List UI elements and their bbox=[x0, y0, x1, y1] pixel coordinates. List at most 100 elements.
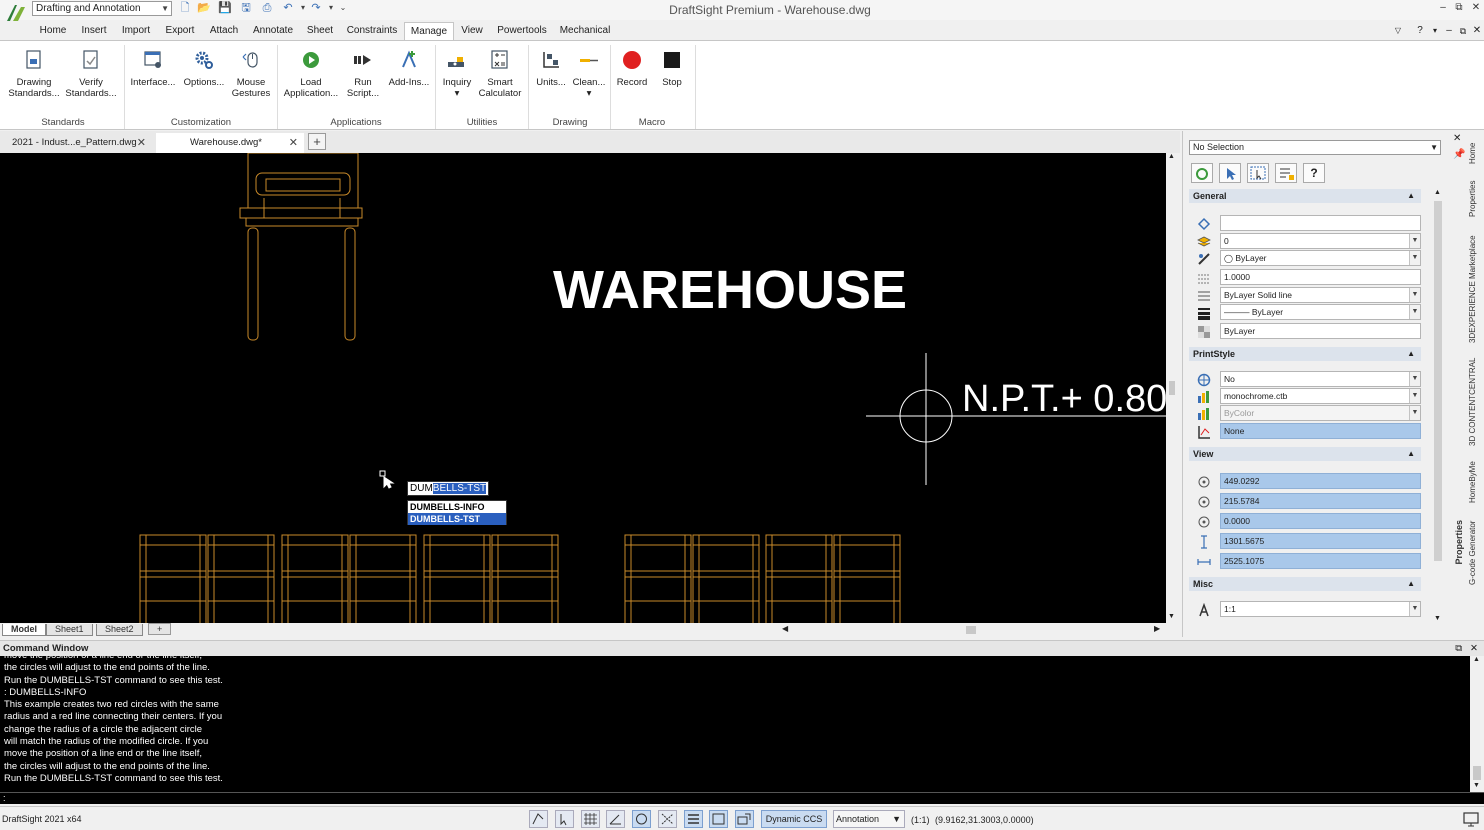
side-tab-gcode-generator[interactable]: G-code Generator bbox=[1468, 517, 1484, 589]
open-folder-icon[interactable]: 📂 bbox=[197, 2, 211, 15]
command-autocomplete-input[interactable]: DUMBELLS-TST bbox=[407, 481, 489, 496]
sheet-tab-sheet2[interactable]: Sheet2 bbox=[96, 624, 143, 636]
section-misc[interactable]: Misc ▲ bbox=[1189, 577, 1421, 591]
prop-width[interactable]: 2525.1075 bbox=[1220, 553, 1421, 569]
tab-view[interactable]: View bbox=[458, 22, 486, 40]
esnap-toggle-button[interactable] bbox=[632, 810, 651, 828]
prop-lineweight[interactable]: ——— ByLayer ▼ bbox=[1220, 304, 1421, 320]
scrollbar-thumb[interactable] bbox=[1434, 201, 1442, 561]
snap-toggle-button[interactable] bbox=[529, 810, 548, 828]
clean-button[interactable]: Clean... ▾ bbox=[570, 49, 608, 99]
section-general[interactable]: General ▲ bbox=[1189, 189, 1421, 203]
ribbon-options-icon[interactable]: ▽ bbox=[1392, 22, 1404, 40]
toggle-description-button[interactable] bbox=[1275, 163, 1297, 183]
side-tab-3d-contentcentral[interactable]: 3D CONTENTCENTRAL bbox=[1468, 357, 1484, 447]
ortho-toggle-button[interactable] bbox=[555, 810, 574, 828]
doc-tab-industrial-pattern[interactable]: 2021 - Indust...e_Pattern.dwg ✕ bbox=[2, 133, 152, 153]
side-tab-homebyme[interactable]: HomeByMe bbox=[1468, 457, 1484, 507]
prop-attached-to[interactable]: None bbox=[1220, 423, 1421, 439]
close-tab-icon[interactable]: ✕ bbox=[289, 133, 298, 153]
prop-center-x[interactable]: 449.0292 bbox=[1220, 473, 1421, 489]
customize-qat-icon[interactable]: ⌄ bbox=[336, 2, 350, 15]
scroll-up-icon[interactable]: ▲ bbox=[1473, 656, 1480, 663]
lineweight-toggle-button[interactable] bbox=[684, 810, 703, 828]
tab-powertools[interactable]: Powertools bbox=[494, 22, 550, 40]
quick-input-toggle-button[interactable] bbox=[735, 810, 754, 828]
new-tab-button[interactable]: + bbox=[308, 133, 326, 150]
prop-center-y[interactable]: 215.5784 bbox=[1220, 493, 1421, 509]
scroll-right-icon[interactable]: ▶ bbox=[1154, 624, 1160, 633]
load-application-button[interactable]: Load Application... bbox=[280, 49, 342, 99]
tab-export[interactable]: Export bbox=[162, 22, 198, 40]
options-button[interactable]: Options... bbox=[180, 49, 228, 88]
interface-button[interactable]: Interface... bbox=[128, 49, 178, 88]
command-scrollbar[interactable]: ▲ ▼ bbox=[1470, 656, 1484, 792]
etrack-toggle-button[interactable] bbox=[658, 810, 677, 828]
model-toggle-button[interactable] bbox=[709, 810, 728, 828]
minimize-icon[interactable]: – bbox=[1436, 1, 1450, 15]
scroll-down-icon[interactable]: ▼ bbox=[1434, 615, 1441, 622]
dynamic-ccs-button[interactable]: Dynamic CCS bbox=[761, 810, 827, 828]
verify-standards-button[interactable]: Verify Standards... bbox=[63, 49, 119, 99]
autocomplete-item[interactable]: DUMBELLS-INFO bbox=[408, 501, 506, 513]
close-panel-icon[interactable]: ✕ bbox=[1453, 133, 1461, 144]
drawing-standards-button[interactable]: Drawing Standards... bbox=[6, 49, 62, 99]
toggle-pickadd-button[interactable] bbox=[1191, 163, 1213, 183]
selection-select[interactable]: No Selection ▼ bbox=[1189, 140, 1441, 155]
scroll-up-icon[interactable]: ▲ bbox=[1434, 189, 1441, 196]
prop-annotation-scale[interactable]: 1:1 ▼ bbox=[1220, 601, 1421, 617]
record-button[interactable]: Record bbox=[612, 49, 652, 88]
close-icon[interactable]: ✕ bbox=[1469, 1, 1483, 15]
run-script-button[interactable]: Run Script... bbox=[342, 49, 384, 99]
redo-icon[interactable]: ↷ bbox=[309, 2, 323, 15]
prop-linetype[interactable]: ByLayer Solid line ▼ bbox=[1220, 287, 1421, 303]
inquiry-button[interactable]: Inquiry ▾ bbox=[438, 49, 476, 99]
doc-tab-warehouse[interactable]: Warehouse.dwg* ✕ bbox=[156, 133, 304, 153]
close-tab-icon[interactable]: ✕ bbox=[137, 133, 146, 153]
tab-mechanical[interactable]: Mechanical bbox=[556, 22, 614, 40]
save-as-icon[interactable]: 🖫 bbox=[239, 2, 253, 15]
section-view[interactable]: View ▲ bbox=[1189, 447, 1421, 461]
select-objects-button[interactable] bbox=[1219, 163, 1241, 183]
smart-calculator-button[interactable]: Smart Calculator bbox=[476, 49, 524, 99]
prop-printstyle[interactable]: No ▼ bbox=[1220, 371, 1421, 387]
prop-height[interactable]: 1301.5675 bbox=[1220, 533, 1421, 549]
draftsight-logo-icon[interactable] bbox=[4, 2, 28, 24]
scroll-down-icon[interactable]: ▼ bbox=[1473, 782, 1480, 789]
annotation-select[interactable]: Annotation ▼ bbox=[833, 810, 905, 828]
prop-printstyle-table[interactable]: monochrome.ctb ▼ bbox=[1220, 388, 1421, 404]
tab-home[interactable]: Home bbox=[36, 22, 70, 40]
sheet-tab-model[interactable]: Model bbox=[2, 624, 46, 636]
grid-toggle-button[interactable] bbox=[581, 810, 600, 828]
help-icon[interactable]: ? bbox=[1414, 22, 1426, 40]
tab-manage[interactable]: Manage bbox=[404, 22, 454, 40]
tab-insert[interactable]: Insert bbox=[78, 22, 110, 40]
restore-icon[interactable]: ⧉ bbox=[1452, 1, 1466, 15]
autocomplete-item-selected[interactable]: DUMBELLS-TST bbox=[408, 513, 506, 525]
new-file-icon[interactable]: 🗋 bbox=[178, 2, 192, 15]
close-command-window-icon[interactable]: ✕ bbox=[1470, 641, 1478, 657]
scroll-up-icon[interactable]: ▲ bbox=[1168, 153, 1175, 160]
prop-transparency[interactable]: ByLayer bbox=[1220, 323, 1421, 339]
help-dropdown-icon[interactable]: ▾ bbox=[1430, 22, 1440, 40]
help-icon[interactable]: ? bbox=[1303, 163, 1325, 183]
doc-close-icon[interactable]: ✕ bbox=[1471, 22, 1483, 40]
doc-restore-icon[interactable]: ⧉ bbox=[1457, 22, 1469, 40]
side-tab-3dexperience-marketplace[interactable]: 3DEXPERIENCE Marketplace bbox=[1468, 231, 1484, 347]
prop-linecolor[interactable]: ◯ ByLayer ▼ bbox=[1220, 250, 1421, 266]
undo-icon[interactable]: ↶ bbox=[281, 2, 295, 15]
units-button[interactable]: Units... bbox=[532, 49, 570, 88]
print-icon[interactable]: ⎙ bbox=[260, 2, 274, 15]
tab-import[interactable]: Import bbox=[118, 22, 154, 40]
save-icon[interactable]: 💾 bbox=[218, 2, 232, 15]
section-printstyle[interactable]: PrintStyle ▲ bbox=[1189, 347, 1421, 361]
prop-center-z[interactable]: 0.0000 bbox=[1220, 513, 1421, 529]
scrollbar-thumb[interactable] bbox=[1473, 766, 1481, 780]
prop-color[interactable] bbox=[1220, 215, 1421, 231]
prop-layer[interactable]: 0 ▼ bbox=[1220, 233, 1421, 249]
undo-dropdown-icon[interactable]: ▾ bbox=[296, 2, 310, 15]
doc-minimize-icon[interactable]: – bbox=[1443, 22, 1455, 40]
drawing-canvas[interactable]: WAREHOUSE N.P.T.+ 0.80 DUMBELLS-TST DUMB… bbox=[0, 153, 1166, 623]
workspace-select[interactable]: Drafting and Annotation ▼ bbox=[32, 1, 172, 16]
stop-button[interactable]: Stop bbox=[652, 49, 692, 88]
